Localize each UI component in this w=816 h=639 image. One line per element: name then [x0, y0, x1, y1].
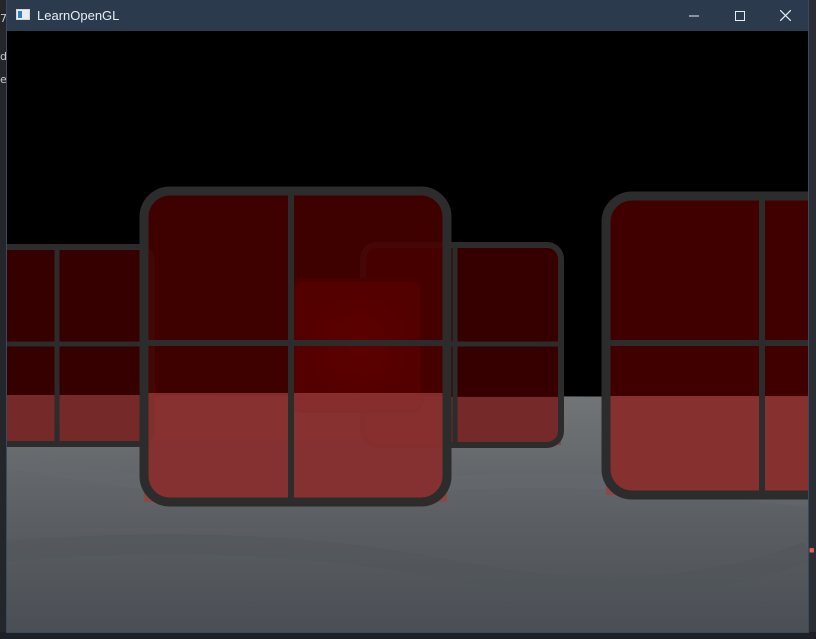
learnopengl-window[interactable]: LearnOpenGL	[7, 0, 808, 632]
window-pane-left	[7, 244, 155, 447]
background-editor-strip	[808, 0, 816, 632]
maximize-icon	[735, 10, 745, 21]
close-icon	[779, 10, 791, 21]
window-title: LearnOpenGL	[37, 8, 120, 23]
background-taskbar	[0, 632, 816, 639]
close-button[interactable]	[762, 0, 808, 31]
maximize-button[interactable]	[717, 0, 763, 31]
minimize-icon	[689, 15, 699, 16]
background-marker: ■	[809, 545, 815, 555]
window-pane-right	[601, 191, 808, 500]
app-window-icon	[16, 9, 30, 20]
opengl-viewport[interactable]	[7, 31, 808, 632]
window-pane-center	[139, 186, 452, 507]
window-titlebar[interactable]: LearnOpenGL	[7, 0, 808, 32]
rendered-scene	[7, 31, 808, 632]
minimize-button[interactable]	[671, 0, 717, 31]
